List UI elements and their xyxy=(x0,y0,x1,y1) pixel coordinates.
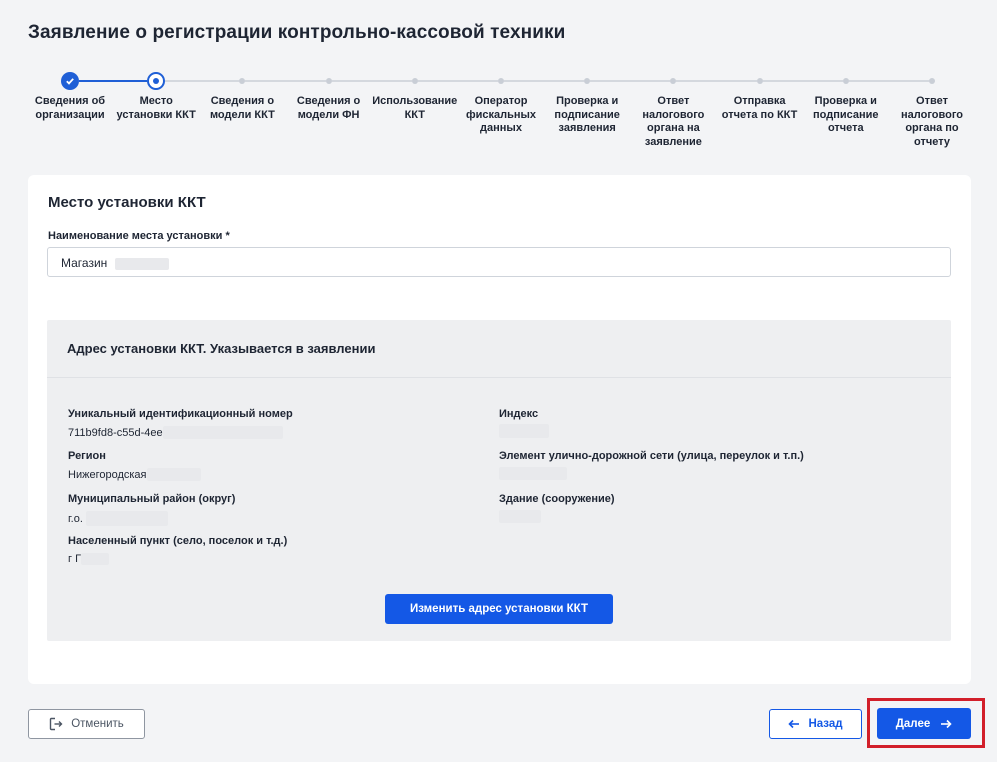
street-value-row xyxy=(499,467,567,480)
region-value: Нижегородская xyxy=(68,468,147,481)
redacted-value xyxy=(499,424,549,438)
pending-step-icon xyxy=(584,78,591,84)
region-value-row: Нижегородская xyxy=(68,468,201,481)
back-label: Назад xyxy=(808,718,843,730)
uid-value: 711b9fd8-c55d-4ee xyxy=(68,426,163,439)
next-button[interactable]: Далее xyxy=(877,708,971,739)
address-panel: Адрес установки ККТ. Указывается в заявл… xyxy=(47,320,951,641)
install-name-label: Наименование места установки * xyxy=(48,230,230,242)
step-3-label[interactable]: Сведения о модели ККТ xyxy=(197,95,287,122)
redacted-value xyxy=(114,257,169,270)
redacted-value xyxy=(162,426,283,439)
step-connector xyxy=(331,80,412,82)
uid-value-row: 711b9fd8-c55d-4ee xyxy=(68,426,283,439)
district-value: г.о. xyxy=(68,512,83,525)
building-label: Здание (сооружение) xyxy=(499,493,615,505)
step-5-label[interactable]: Использование ККТ xyxy=(370,95,460,122)
step-10-label[interactable]: Проверка и подписание отчета xyxy=(801,95,891,136)
divider xyxy=(47,377,951,378)
cancel-button[interactable]: Отменить xyxy=(28,709,145,739)
step-connector xyxy=(676,80,757,82)
section-title: Место установки ККТ xyxy=(48,194,206,211)
install-name-input[interactable]: Магазин xyxy=(47,247,951,277)
step-connector xyxy=(848,80,929,82)
redacted-value xyxy=(146,468,201,481)
stepper: Сведения об организации Место установки К… xyxy=(28,68,970,158)
install-name-value: Магазин xyxy=(61,256,108,270)
step-1-marker[interactable] xyxy=(57,68,83,94)
settlement-label: Населенный пункт (село, поселок и т.д.) xyxy=(68,535,288,547)
step-connector xyxy=(762,80,843,82)
step-4-marker[interactable] xyxy=(316,68,342,94)
region-label: Регион xyxy=(68,450,106,462)
district-value-row: г.о. xyxy=(68,511,168,526)
settlement-value: г Г xyxy=(68,553,82,565)
step-connector xyxy=(417,80,498,82)
cancel-label: Отменить xyxy=(71,718,124,730)
step-7-marker[interactable] xyxy=(574,68,600,94)
pending-step-icon xyxy=(929,78,935,84)
step-2-label[interactable]: Место установки ККТ xyxy=(111,95,201,122)
step-7-label[interactable]: Проверка и подписание заявления xyxy=(542,95,632,136)
street-label: Элемент улично-дорожной сети (улица, пер… xyxy=(499,450,804,462)
arrow-right-icon xyxy=(940,719,952,729)
step-6-label[interactable]: Оператор фискальных данных xyxy=(456,95,546,136)
step-11-label[interactable]: Ответ налогового органа по отчету xyxy=(887,95,977,149)
step-8-label[interactable]: Ответ налогового органа на заявление xyxy=(628,95,718,149)
redacted-value xyxy=(85,511,168,526)
pending-step-icon xyxy=(756,78,763,84)
step-11-marker[interactable] xyxy=(919,68,945,94)
pending-step-icon xyxy=(325,78,332,84)
redacted-value xyxy=(81,553,110,565)
step-connector xyxy=(165,80,240,82)
pending-step-icon xyxy=(670,78,677,84)
step-10-marker[interactable] xyxy=(833,68,859,94)
district-label: Муниципальный район (округ) xyxy=(68,493,236,505)
uid-label: Уникальный идентификационный номер xyxy=(68,408,293,420)
install-place-card: Место установки ККТ Наименование места у… xyxy=(28,175,971,684)
pending-step-icon xyxy=(239,78,246,84)
step-1-label[interactable]: Сведения об организации xyxy=(25,95,115,122)
step-4-label[interactable]: Сведения о модели ФН xyxy=(284,95,374,122)
redacted-value xyxy=(499,510,541,523)
step-9-marker[interactable] xyxy=(747,68,773,94)
pending-step-icon xyxy=(411,78,418,84)
pending-step-icon xyxy=(498,78,504,84)
step-connector xyxy=(590,80,671,82)
step-5-marker[interactable] xyxy=(402,68,428,94)
step-9-label[interactable]: Отправка отчета по ККТ xyxy=(715,95,805,122)
back-button[interactable]: Назад xyxy=(769,709,862,739)
index-label: Индекс xyxy=(499,408,539,420)
index-value-row xyxy=(499,424,549,438)
step-3-marker[interactable] xyxy=(229,68,255,94)
step-connector xyxy=(79,80,148,82)
step-6-marker[interactable] xyxy=(488,68,514,94)
next-label: Далее xyxy=(895,717,931,730)
settlement-value-row: г Г xyxy=(68,553,110,565)
step-connector xyxy=(504,80,585,82)
page-title: Заявление о регистрации контрольно-кассо… xyxy=(28,22,566,43)
step-2-marker[interactable] xyxy=(143,68,169,94)
pending-step-icon xyxy=(842,78,849,84)
address-title: Адрес установки ККТ. Указывается в заявл… xyxy=(67,341,376,356)
step-8-marker[interactable] xyxy=(660,68,686,94)
arrow-left-icon xyxy=(788,719,800,729)
change-address-button[interactable]: Изменить адрес установки ККТ xyxy=(385,594,613,624)
building-value-row xyxy=(499,510,541,523)
redacted-value xyxy=(499,467,567,480)
check-icon xyxy=(61,72,79,90)
exit-icon xyxy=(49,717,63,731)
step-connector xyxy=(245,80,326,82)
current-step-icon xyxy=(147,72,166,90)
